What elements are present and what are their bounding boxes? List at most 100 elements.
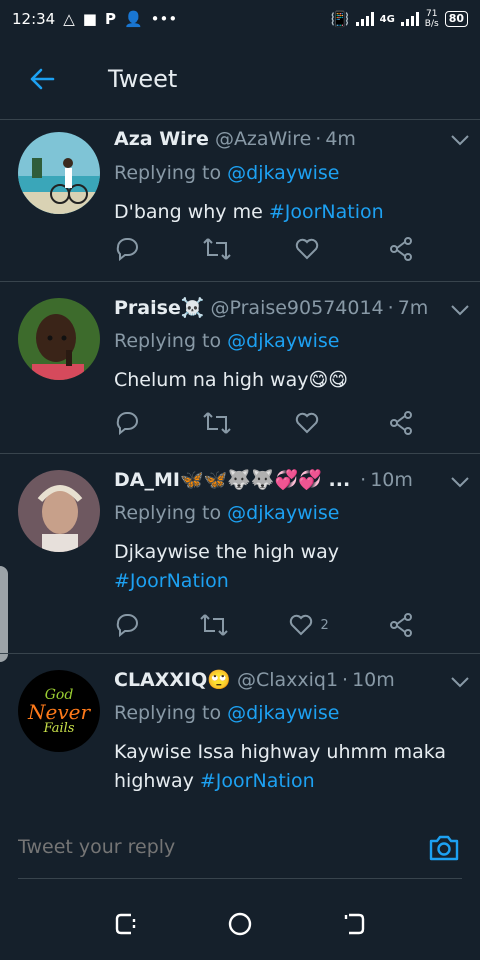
- status-bar: 12:34 △ ■ P 👤 ••• 📳 4G 71 B/s 80: [0, 0, 480, 38]
- user-handle[interactable]: @Praise90574014: [210, 297, 383, 319]
- share-button[interactable]: [388, 237, 414, 261]
- page-title: Tweet: [108, 64, 178, 93]
- top-app-bar: Tweet: [0, 38, 480, 120]
- avatar[interactable]: [18, 132, 100, 214]
- separator-dot: ·: [387, 297, 394, 319]
- retweet-button[interactable]: [199, 613, 229, 637]
- chevron-down-icon[interactable]: [450, 304, 470, 316]
- tweet-text: D'bang why me #JoorNation: [114, 201, 384, 223]
- retweet-icon: [203, 412, 231, 434]
- tweet-actions: [114, 408, 414, 438]
- share-button[interactable]: [388, 613, 414, 637]
- tweet-text: Kaywise Issa highway uhmm maka highway #…: [114, 741, 447, 792]
- tweet-item[interactable]: Aza Wire @AzaWire · 4m Replying to @djka…: [0, 120, 480, 282]
- display-name[interactable]: DA_MI🦋🦋🐺🐺💞💞 ...: [114, 468, 350, 491]
- camera-icon[interactable]: [428, 832, 460, 864]
- network-speed: 71 B/s: [424, 9, 439, 29]
- reply-button[interactable]: [114, 613, 140, 637]
- add-person-icon: 👤: [123, 9, 143, 28]
- retweet-icon: [203, 238, 231, 260]
- tweet-feed[interactable]: Aza Wire @AzaWire · 4m Replying to @djka…: [0, 120, 480, 812]
- avatar[interactable]: [18, 470, 100, 552]
- recent-apps-icon[interactable]: [113, 911, 139, 937]
- separator-dot: ·: [315, 128, 322, 150]
- avatar[interactable]: [18, 298, 100, 380]
- display-name[interactable]: Praise☠️: [114, 296, 204, 319]
- avatar-photo-icon: [18, 470, 100, 552]
- mention-link[interactable]: @djkaywise: [227, 502, 339, 524]
- separator-dot: ·: [342, 669, 349, 691]
- tweet-actions: [114, 234, 414, 264]
- parking-app-icon: P: [104, 9, 116, 28]
- tweet-item[interactable]: God Never Fails CLAXXIQ🙄 @Claxxiq1 · 10m…: [0, 654, 480, 812]
- like-button[interactable]: [294, 237, 326, 261]
- chevron-down-icon[interactable]: [450, 676, 470, 688]
- heart-icon: [295, 412, 319, 434]
- reply-icon: [116, 238, 138, 261]
- back-nav-icon[interactable]: [341, 911, 367, 937]
- battery-icon: 80: [444, 11, 468, 27]
- back-button[interactable]: [0, 38, 84, 120]
- avatar-god-never-fails: God Never Fails: [27, 686, 91, 736]
- separator-dot: ·: [360, 469, 367, 491]
- system-nav-bar: [0, 888, 480, 960]
- mention-link[interactable]: @djkaywise: [227, 330, 339, 352]
- network-type: 4G: [379, 13, 395, 25]
- share-icon: [390, 411, 412, 435]
- tweet-item[interactable]: Praise☠️ @Praise90574014 · 7m Replying t…: [0, 282, 480, 454]
- timestamp: 7m: [397, 297, 429, 319]
- square-app-icon: ■: [82, 9, 97, 28]
- share-button[interactable]: [388, 411, 414, 435]
- replying-to: Replying to @djkaywise: [114, 702, 340, 724]
- user-handle[interactable]: @Claxxiq1: [237, 669, 338, 691]
- triangle-app-icon: △: [63, 9, 75, 28]
- user-handle[interactable]: @AzaWire: [215, 128, 311, 150]
- share-icon: [390, 237, 412, 261]
- share-icon: [389, 613, 412, 637]
- hashtag-link[interactable]: #JoorNation: [269, 201, 384, 223]
- display-name[interactable]: CLAXXIQ🙄: [114, 668, 231, 691]
- hashtag-link[interactable]: #JoorNation: [114, 570, 229, 592]
- more-notifications-icon: •••: [150, 9, 178, 28]
- tweet-text: Chelum na high way😋😋: [114, 369, 349, 391]
- mention-link[interactable]: @djkaywise: [227, 702, 339, 724]
- like-button[interactable]: [294, 411, 326, 435]
- avatar[interactable]: God Never Fails: [18, 670, 100, 752]
- hashtag-link[interactable]: #JoorNation: [200, 770, 315, 792]
- clock: 12:34: [12, 10, 56, 28]
- tweet-text: Djkaywise the high way #JoorNation: [114, 541, 340, 592]
- tweet-item[interactable]: DA_MI🦋🦋🐺🐺💞💞 ... · 10m Replying to @djkay…: [0, 454, 480, 654]
- heart-icon: [290, 614, 313, 636]
- reply-button[interactable]: [114, 411, 140, 435]
- replying-to: Replying to @djkaywise: [114, 330, 340, 352]
- timestamp: 10m: [370, 469, 413, 491]
- avatar-photo-icon: [18, 298, 100, 380]
- retweet-button[interactable]: [202, 411, 232, 435]
- signal-icon-2: [400, 12, 419, 26]
- back-arrow-icon: [30, 68, 55, 89]
- display-name[interactable]: Aza Wire: [114, 128, 209, 150]
- timestamp: 10m: [352, 669, 395, 691]
- mention-link[interactable]: @djkaywise: [227, 162, 339, 184]
- chevron-down-icon[interactable]: [450, 476, 470, 488]
- avatar-photo-icon: [18, 132, 100, 214]
- retweet-icon: [200, 614, 228, 636]
- reply-input[interactable]: [18, 836, 378, 858]
- home-icon[interactable]: [227, 911, 253, 937]
- heart-icon: [295, 238, 319, 260]
- tweet-actions: 2: [114, 610, 414, 640]
- like-button[interactable]: 2: [288, 613, 329, 637]
- replying-to: Replying to @djkaywise: [114, 162, 340, 184]
- divider: [18, 878, 462, 879]
- reply-composer: [0, 810, 480, 888]
- reply-icon: [116, 614, 138, 637]
- retweet-button[interactable]: [202, 237, 232, 261]
- chevron-down-icon[interactable]: [450, 134, 470, 146]
- reply-icon: [116, 412, 138, 435]
- signal-icon: [355, 12, 374, 26]
- reply-button[interactable]: [114, 237, 140, 261]
- replying-to: Replying to @djkaywise: [114, 502, 340, 524]
- timestamp: 4m: [325, 128, 356, 150]
- vibrate-icon: 📳: [330, 9, 350, 28]
- like-count: 2: [320, 617, 329, 633]
